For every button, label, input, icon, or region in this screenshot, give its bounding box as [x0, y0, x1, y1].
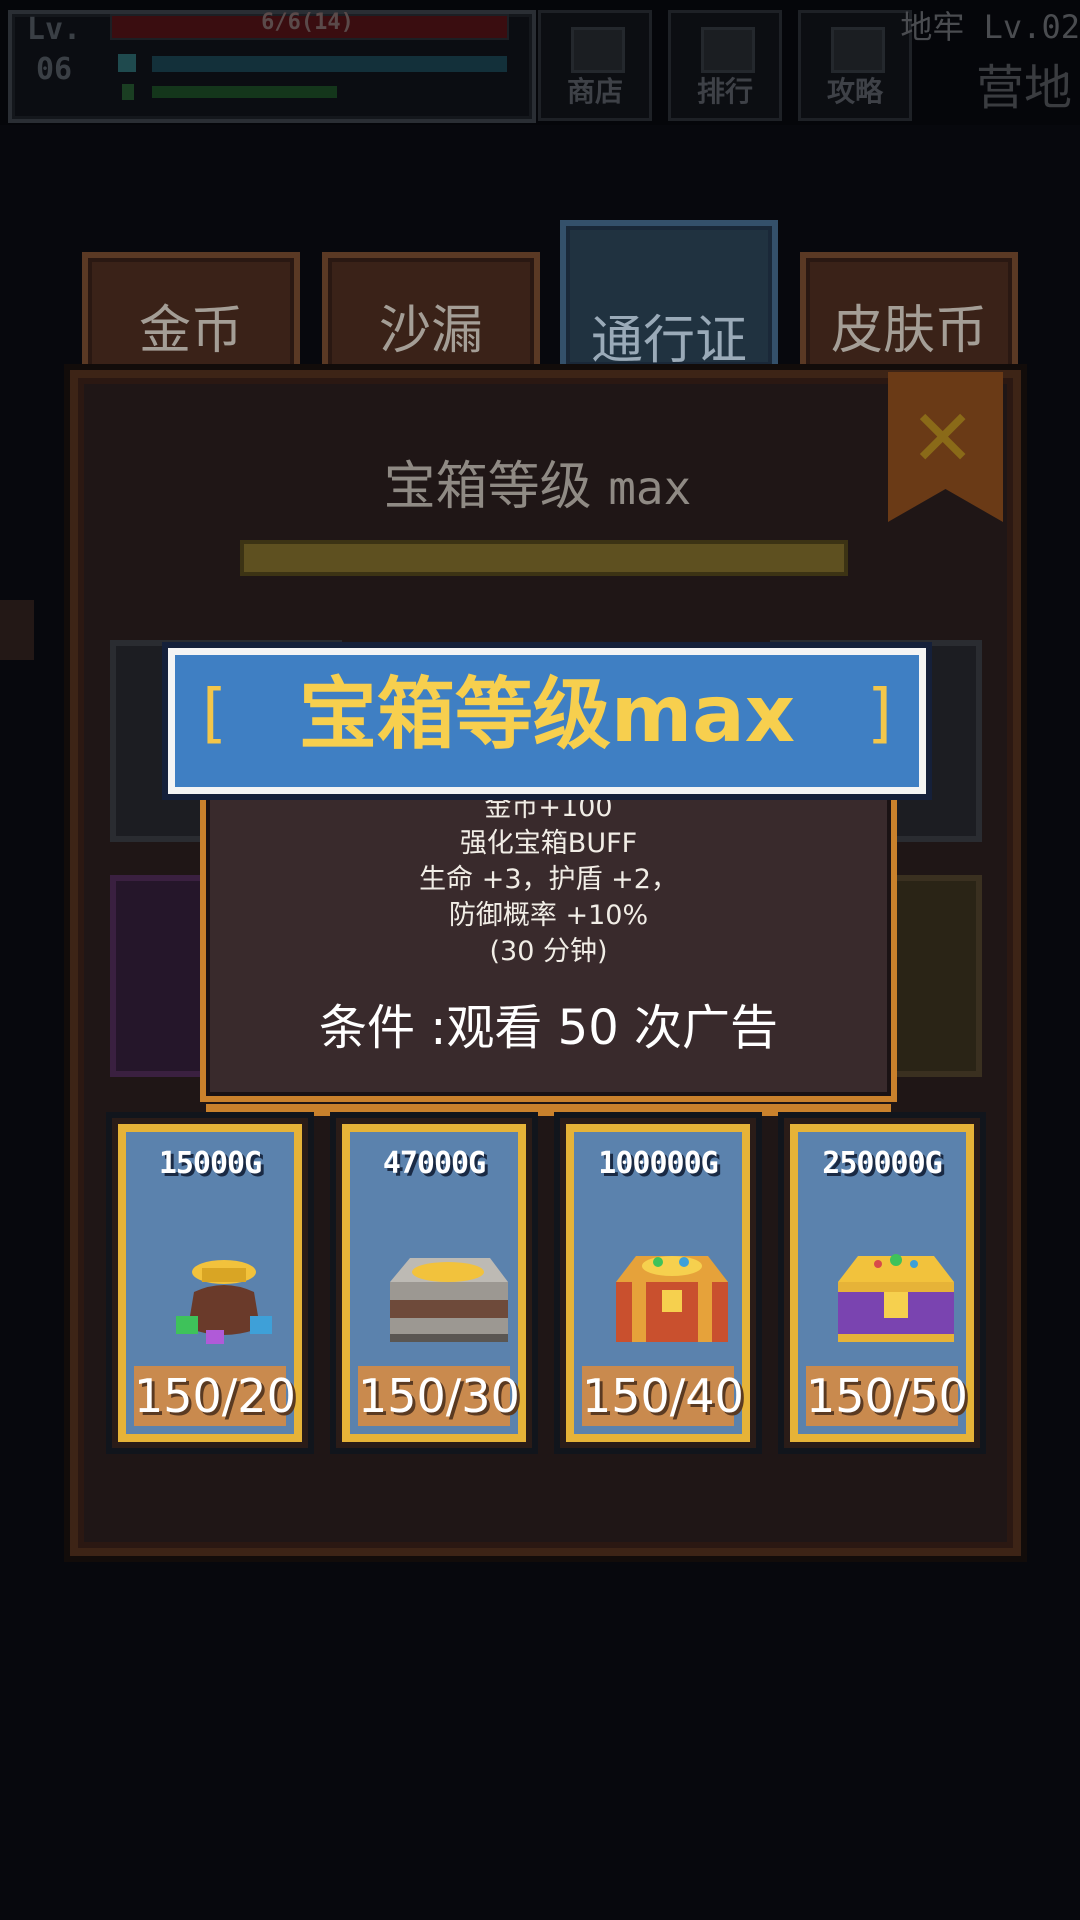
chest-price: 15000G: [158, 1146, 262, 1181]
book-icon: [831, 27, 885, 73]
red-chest-icon: [616, 1256, 728, 1342]
chest-count: 150/40: [582, 1366, 744, 1426]
tab-hourglass-label: 沙漏: [378, 301, 483, 361]
chest-card[interactable]: 47000G 150/30: [330, 1112, 538, 1454]
panel-title: 宝箱等级 max: [70, 444, 1005, 519]
trophy-icon: [701, 27, 755, 73]
popup-title: 宝箱等级max: [298, 670, 796, 760]
dungeon-level: 地牢 Lv.02: [900, 8, 1080, 46]
location-label: 营地: [975, 60, 1072, 116]
chest-card-inner: 15000G 150/20: [118, 1124, 302, 1442]
chest-card-inner: 100000G 150/40: [566, 1124, 750, 1442]
chest-count: 150/30: [358, 1366, 520, 1426]
tab-gold-label: 金币: [138, 301, 243, 361]
energy-icon: [122, 84, 134, 100]
royal-chest-icon: [838, 1254, 954, 1342]
shop-button[interactable]: 商店: [538, 10, 652, 121]
chest-card-inner: 47000G 150/30: [342, 1124, 526, 1442]
chest-price: 100000G: [598, 1146, 718, 1181]
guide-label: 攻略: [826, 75, 883, 108]
shield-icon: [118, 54, 136, 72]
top-hud: Lv. 06 6/6(14) 商店 排行 攻略 地牢 Lv.02 营地: [0, 0, 1080, 125]
tab-skin-coin-label: 皮肤币: [830, 301, 987, 361]
chest-card[interactable]: 100000G 150/40: [554, 1112, 762, 1454]
panel-title-text: 宝箱等级: [383, 457, 592, 517]
gold-pouch-icon: [176, 1260, 272, 1344]
chest-card[interactable]: 250000G 150/50: [778, 1112, 986, 1454]
shop-label: 商店: [566, 75, 623, 108]
reward-line: 金币+100: [484, 792, 613, 823]
tab-pass-label: 通行证: [590, 311, 747, 371]
reward-line: 强化宝箱BUFF: [459, 828, 638, 859]
level-label: Lv.: [26, 12, 82, 47]
rank-label: 排行: [696, 75, 753, 108]
level-value: 06: [35, 52, 73, 87]
side-background: [0, 600, 34, 660]
chest-card-inner: 250000G 150/50: [790, 1124, 974, 1442]
guide-button[interactable]: 攻略: [798, 10, 912, 121]
silver-chest-icon: [390, 1258, 508, 1342]
chest-price: 47000G: [382, 1146, 486, 1181]
unlock-condition: 条件 :观看 50 次广告: [318, 1000, 779, 1056]
shield-bar: [152, 56, 507, 72]
tab-gold[interactable]: 金币: [82, 252, 300, 374]
chest-count: 150/50: [806, 1366, 968, 1426]
reward-description: 金币+100 强化宝箱BUFF 生命 +3，护盾 +2， 防御概率 +10% (…: [200, 790, 897, 970]
energy-bar: [152, 86, 337, 98]
chest-count: 150/20: [134, 1366, 296, 1426]
reward-line: 防御概率 +10%: [448, 900, 649, 931]
shop-icon: [571, 27, 625, 73]
rank-button[interactable]: 排行: [668, 10, 782, 121]
hp-text: 6/6(14): [261, 10, 354, 35]
reward-line: (30 分钟): [489, 936, 608, 967]
panel-title-suffix: max: [608, 461, 692, 515]
reward-line: 生命 +3，护盾 +2，: [419, 864, 678, 895]
tab-skin-coin[interactable]: 皮肤币: [800, 252, 1018, 374]
chest-level-progress-bar: [240, 540, 848, 576]
chest-card[interactable]: 15000G 150/20: [106, 1112, 314, 1454]
tab-pass[interactable]: 通行证: [560, 220, 778, 372]
tab-hourglass[interactable]: 沙漏: [322, 252, 540, 374]
chest-price: 250000G: [822, 1146, 942, 1181]
level-indicator: Lv. 06: [14, 10, 94, 90]
